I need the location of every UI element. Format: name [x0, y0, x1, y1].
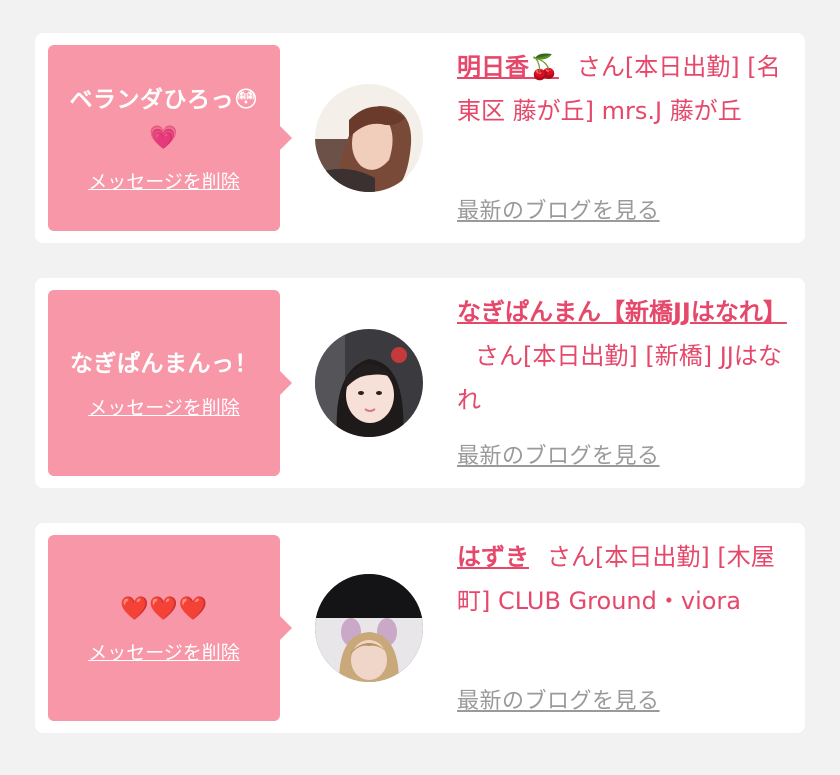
message-text: なぎぱんまんっ！: [70, 351, 258, 377]
message-bubble: ベランダひろっ😳💗 メッセージを削除: [48, 45, 292, 231]
woman-photo-avatar: [315, 574, 423, 682]
message-list: ベランダひろっ😳💗 メッセージを削除 明日香🍒 さん[本日出勤] [名東区 藤が丘…: [0, 0, 840, 775]
name-suffix: さん: [475, 342, 523, 370]
avatar[interactable]: [315, 329, 423, 437]
girl-info: 明日香🍒 さん[本日出勤] [名東区 藤が丘] mrs.J 藤が丘: [457, 45, 797, 133]
latest-blog-link[interactable]: 最新のブログを見る: [457, 438, 660, 470]
delete-message-link[interactable]: メッセージを削除: [88, 640, 240, 666]
avatar[interactable]: [315, 84, 423, 192]
latest-blog-link[interactable]: 最新のブログを見る: [457, 193, 660, 225]
girl-info: なぎぱんまん【新橋JJはなれ】さん[本日出勤] [新橋] JJはなれ: [457, 290, 797, 422]
girl-name-link[interactable]: なぎぱんまん【新橋JJはなれ】: [457, 298, 787, 326]
name-suffix: さん: [576, 53, 625, 81]
message-bubble: ❤️❤️❤️ メッセージを削除: [48, 535, 292, 721]
message-text: ❤️❤️❤️: [120, 596, 208, 622]
delete-message-link[interactable]: メッセージを削除: [88, 395, 240, 421]
message-card: ベランダひろっ😳💗 メッセージを削除 明日香🍒 さん[本日出勤] [名東区 藤が丘…: [35, 33, 805, 243]
delete-message-link[interactable]: メッセージを削除: [88, 169, 240, 195]
woman-photo-avatar: [315, 84, 423, 192]
woman-photo-avatar: [315, 329, 423, 437]
girl-name-link[interactable]: はずき: [457, 543, 529, 571]
girl-name-link[interactable]: 明日香🍒: [457, 53, 559, 81]
message-bubble: なぎぱんまんっ！ メッセージを削除: [48, 290, 292, 476]
message-card: ❤️❤️❤️ メッセージを削除 はずき さん[本日出勤] [木屋町] CLUB G…: [35, 523, 805, 733]
name-suffix: さん: [547, 543, 595, 571]
status-label: [本日出勤]: [595, 543, 710, 571]
status-label: [本日出勤]: [523, 342, 638, 370]
latest-blog-link[interactable]: 最新のブログを見る: [457, 683, 660, 715]
message-text: ベランダひろっ😳💗: [69, 87, 259, 151]
status-label: [本日出勤]: [624, 53, 740, 81]
avatar[interactable]: [315, 574, 423, 682]
girl-info: はずき さん[本日出勤] [木屋町] CLUB Ground・viora: [457, 535, 797, 623]
message-card: なぎぱんまんっ！ メッセージを削除 なぎぱんまん【新橋JJはなれ】さん[本日出勤…: [35, 278, 805, 488]
